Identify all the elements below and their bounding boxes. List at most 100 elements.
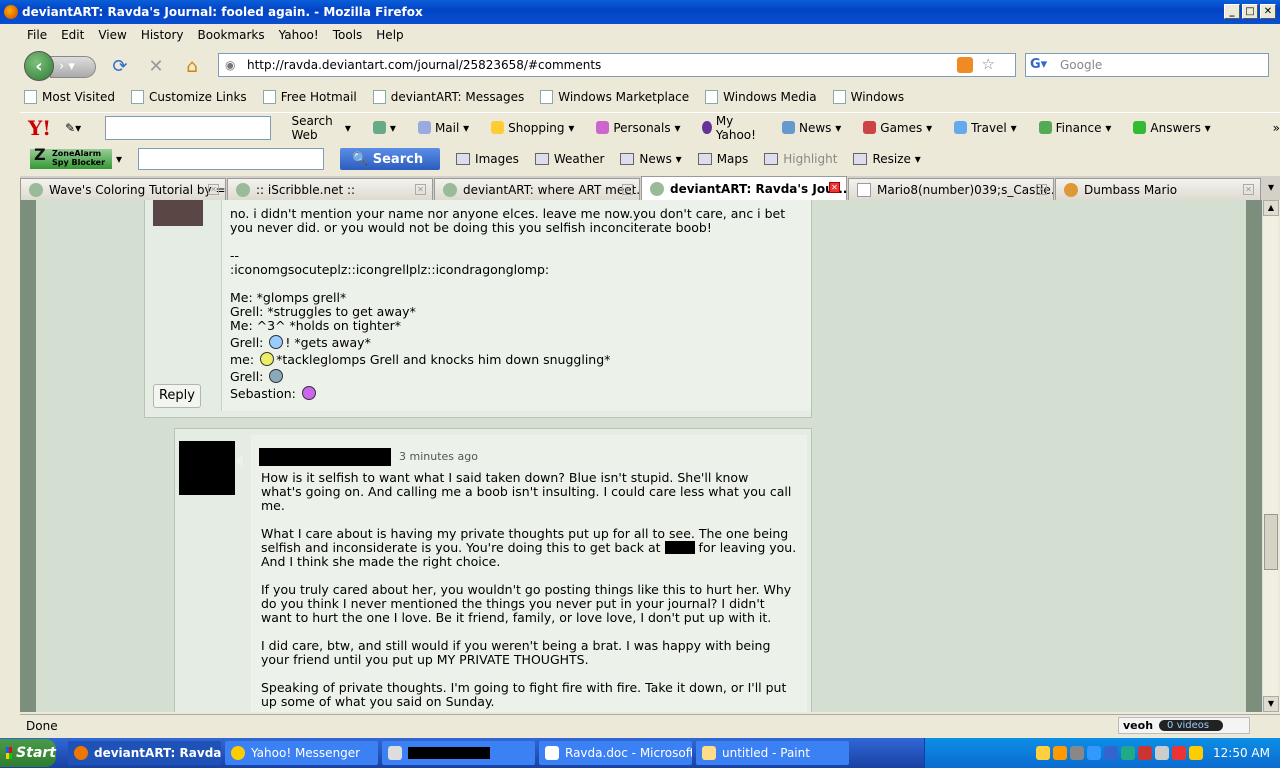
vertical-scrollbar[interactable]: ▲ ▼ — [1262, 200, 1279, 712]
bookmark-most-visited[interactable]: Most Visited — [20, 90, 115, 104]
system-tray: 12:50 AM — [924, 738, 1280, 768]
emoticon-icon — [260, 352, 275, 366]
minimize-button[interactable]: _ — [1224, 4, 1240, 19]
bookmark-free-hotmail[interactable]: Free Hotmail — [259, 90, 357, 104]
zonealarm-search-input[interactable] — [138, 148, 325, 170]
search-web-button[interactable]: Search Web ▾ — [291, 114, 350, 142]
yahoo-games[interactable]: Games ▾ — [863, 121, 932, 135]
tab-mario-castle[interactable]: Mario8(number)039;s_Castle... ✕ — [848, 178, 1054, 200]
taskbar: Start deviantART: Ravda's... Yahoo! Mess… — [0, 738, 1280, 768]
tab-ravdas-journal[interactable]: deviantART: Ravda's Jou... ✕ — [641, 176, 847, 200]
veoh-widget[interactable]: veoh 0 videos — [1118, 717, 1250, 734]
firefox-window: deviantART: Ravda's Journal: fooled agai… — [0, 0, 1280, 738]
close-button[interactable]: ✕ — [1260, 4, 1276, 19]
page-icon — [832, 90, 846, 104]
forward-button[interactable]: › ▾ — [50, 56, 96, 78]
yahoo-logo[interactable]: Y! — [28, 116, 51, 140]
my-yahoo[interactable]: My Yahoo! — [702, 114, 760, 142]
rp-line: Grell: *struggles to get away* — [230, 304, 416, 319]
tab-dumbass-mario[interactable]: Dumbass Mario ✕ — [1055, 178, 1261, 200]
menu-view[interactable]: View — [91, 28, 133, 42]
more-chevron-icon[interactable]: » — [1273, 121, 1280, 135]
google-icon[interactable]: G▾ — [1030, 57, 1047, 72]
comment-line: no. i didn't mention your name nor anyon… — [230, 206, 786, 221]
tray-icons[interactable] — [1036, 746, 1204, 760]
bookmark-star-icon[interactable]: ☆ — [982, 55, 995, 73]
scroll-up-icon[interactable]: ▲ — [1263, 200, 1279, 216]
start-button[interactable]: Start — [0, 739, 56, 767]
close-tab-icon[interactable]: ✕ — [1036, 184, 1047, 195]
avatar — [153, 200, 203, 226]
yahoo-travel[interactable]: Travel ▾ — [954, 121, 1017, 135]
menu-file[interactable]: File — [20, 28, 54, 42]
shield-icon[interactable]: ▾ — [372, 121, 396, 135]
bookmark-windows[interactable]: Windows — [829, 90, 904, 104]
za-resize[interactable]: Resize ▾ — [853, 152, 921, 166]
menu-yahoo[interactable]: Yahoo! — [272, 28, 326, 42]
comment-time: 3 minutes ago — [399, 450, 478, 463]
za-highlight[interactable]: Highlight — [764, 152, 837, 166]
url-bar[interactable]: ◉ http://ravda.deviantart.com/journal/25… — [218, 53, 1016, 77]
chat-icon — [388, 746, 402, 760]
zonealarm-logo[interactable]: ZoneAlarm Spy Blocker — [30, 149, 112, 169]
yahoo-mail[interactable]: Mail ▾ — [417, 121, 469, 135]
yahoo-search-input[interactable] — [105, 115, 272, 140]
za-images[interactable]: Images — [456, 152, 519, 166]
tab-list-dropdown-icon[interactable]: ▾ — [1268, 180, 1274, 194]
menu-history[interactable]: History — [134, 28, 191, 42]
tab-iscribble[interactable]: :: iScribble.net :: ✕ — [227, 178, 433, 200]
zonealarm-search-button[interactable]: 🔍 Search — [340, 148, 441, 170]
scroll-down-icon[interactable]: ▼ — [1263, 696, 1279, 712]
back-button[interactable]: ‹ — [24, 51, 54, 81]
yahoo-personals[interactable]: Personals ▾ — [596, 121, 680, 135]
bookmark-customize-links[interactable]: Customize Links — [127, 90, 247, 104]
task-yahoo-messenger[interactable]: Yahoo! Messenger — [225, 741, 378, 765]
emoticon-icon — [269, 335, 284, 349]
rp-line: Grell: ! *gets away* — [230, 335, 371, 350]
tab-deviantart-where-art[interactable]: deviantART: where ART meet... ✕ — [434, 178, 640, 200]
reload-icon[interactable]: ⟳ — [102, 56, 138, 77]
menu-edit[interactable]: Edit — [54, 28, 91, 42]
tab-waves-coloring[interactable]: Wave's Coloring Tutorial by =... ✕ — [20, 178, 226, 200]
menu-help[interactable]: Help — [369, 28, 410, 42]
yahoo-shopping[interactable]: Shopping ▾ — [491, 121, 574, 135]
za-maps[interactable]: Maps — [697, 152, 748, 166]
dropdown-icon[interactable]: ▾ — [116, 152, 122, 166]
close-tab-icon[interactable]: ✕ — [1243, 184, 1254, 195]
bookmark-windows-media[interactable]: Windows Media — [701, 90, 817, 104]
zonealarm-toolbar: ZoneAlarm Spy Blocker ▾ 🔍 Search Images … — [20, 146, 1280, 172]
close-tab-icon[interactable]: ✕ — [208, 184, 219, 195]
task-word[interactable]: Ravda.doc - Microsoft ... — [539, 741, 692, 765]
yahoo-finance[interactable]: Finance ▾ — [1038, 121, 1111, 135]
menu-bookmarks[interactable]: Bookmarks — [191, 28, 272, 42]
search-box[interactable]: G▾ Google — [1025, 53, 1269, 77]
paragraph: If you truly cared about her, you wouldn… — [261, 582, 792, 625]
paragraph: Speaking of private thoughts. I'm going … — [261, 680, 787, 709]
za-news[interactable]: News ▾ — [620, 152, 682, 166]
za-weather[interactable]: Weather — [534, 152, 604, 166]
maximize-button[interactable]: □ — [1242, 4, 1258, 19]
windows-logo-icon — [6, 747, 13, 759]
task-redacted[interactable] — [382, 741, 535, 765]
speech-arrow — [235, 454, 243, 468]
menu-tools[interactable]: Tools — [326, 28, 370, 42]
stop-icon[interactable]: ✕ — [138, 56, 174, 77]
home-icon[interactable]: ⌂ — [174, 56, 210, 77]
scroll-thumb[interactable] — [1264, 514, 1278, 570]
deviantart-icon — [650, 181, 664, 196]
bookmark-windows-marketplace[interactable]: Windows Marketplace — [536, 90, 689, 104]
reply-button[interactable]: Reply — [153, 384, 201, 408]
paragraph: I did care, btw, and still would if you … — [261, 638, 771, 667]
close-tab-icon[interactable]: ✕ — [829, 182, 840, 193]
window-title: deviantART: Ravda's Journal: fooled agai… — [22, 5, 423, 19]
task-paint[interactable]: untitled - Paint — [696, 741, 849, 765]
close-tab-icon[interactable]: ✕ — [415, 184, 426, 195]
pencil-icon[interactable]: ✎▾ — [65, 121, 81, 135]
bookmark-deviantart-messages[interactable]: deviantART: Messages — [369, 90, 524, 104]
close-tab-icon[interactable]: ✕ — [622, 184, 633, 195]
rss-icon[interactable] — [957, 57, 973, 73]
task-firefox[interactable]: deviantART: Ravda's... — [68, 741, 221, 765]
yahoo-answers[interactable]: Answers ▾ — [1133, 121, 1211, 135]
yahoo-news[interactable]: News ▾ — [781, 121, 841, 135]
clock: 12:50 AM — [1213, 746, 1270, 760]
